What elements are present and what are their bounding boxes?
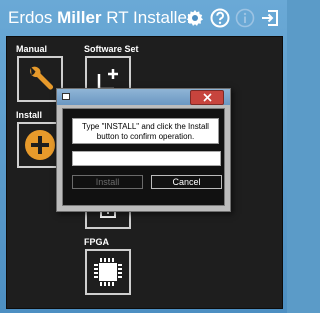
exit-icon[interactable] bbox=[259, 7, 281, 29]
fpga-tile[interactable] bbox=[85, 249, 131, 295]
wrench-icon bbox=[30, 66, 54, 90]
plus-icon bbox=[25, 130, 55, 160]
confirm-message: Type "INSTALL" and click the Install but… bbox=[72, 118, 219, 144]
close-icon bbox=[202, 93, 212, 102]
dialog-titlebar bbox=[57, 89, 230, 105]
install-label: Install bbox=[16, 110, 43, 120]
window-icon bbox=[62, 93, 70, 100]
close-button[interactable] bbox=[190, 90, 224, 105]
software-set-label: Software Set bbox=[84, 44, 139, 54]
manual-label: Manual bbox=[16, 44, 48, 54]
dialog-body: Type "INSTALL" and click the Install but… bbox=[62, 108, 225, 206]
confirm-input[interactable] bbox=[72, 151, 221, 166]
fpga-label: FPGA bbox=[84, 237, 110, 247]
chip-icon bbox=[94, 258, 122, 286]
gear-icon[interactable] bbox=[184, 7, 206, 29]
help-icon[interactable] bbox=[209, 7, 231, 29]
app-title: Erdos Miller RT Installer bbox=[8, 8, 193, 27]
install-button[interactable]: Install bbox=[72, 175, 143, 189]
confirm-dialog: Type "INSTALL" and click the Install but… bbox=[56, 88, 231, 212]
header-toolbar bbox=[184, 7, 281, 29]
cancel-button[interactable]: Cancel bbox=[151, 175, 222, 189]
info-icon[interactable] bbox=[234, 7, 256, 29]
